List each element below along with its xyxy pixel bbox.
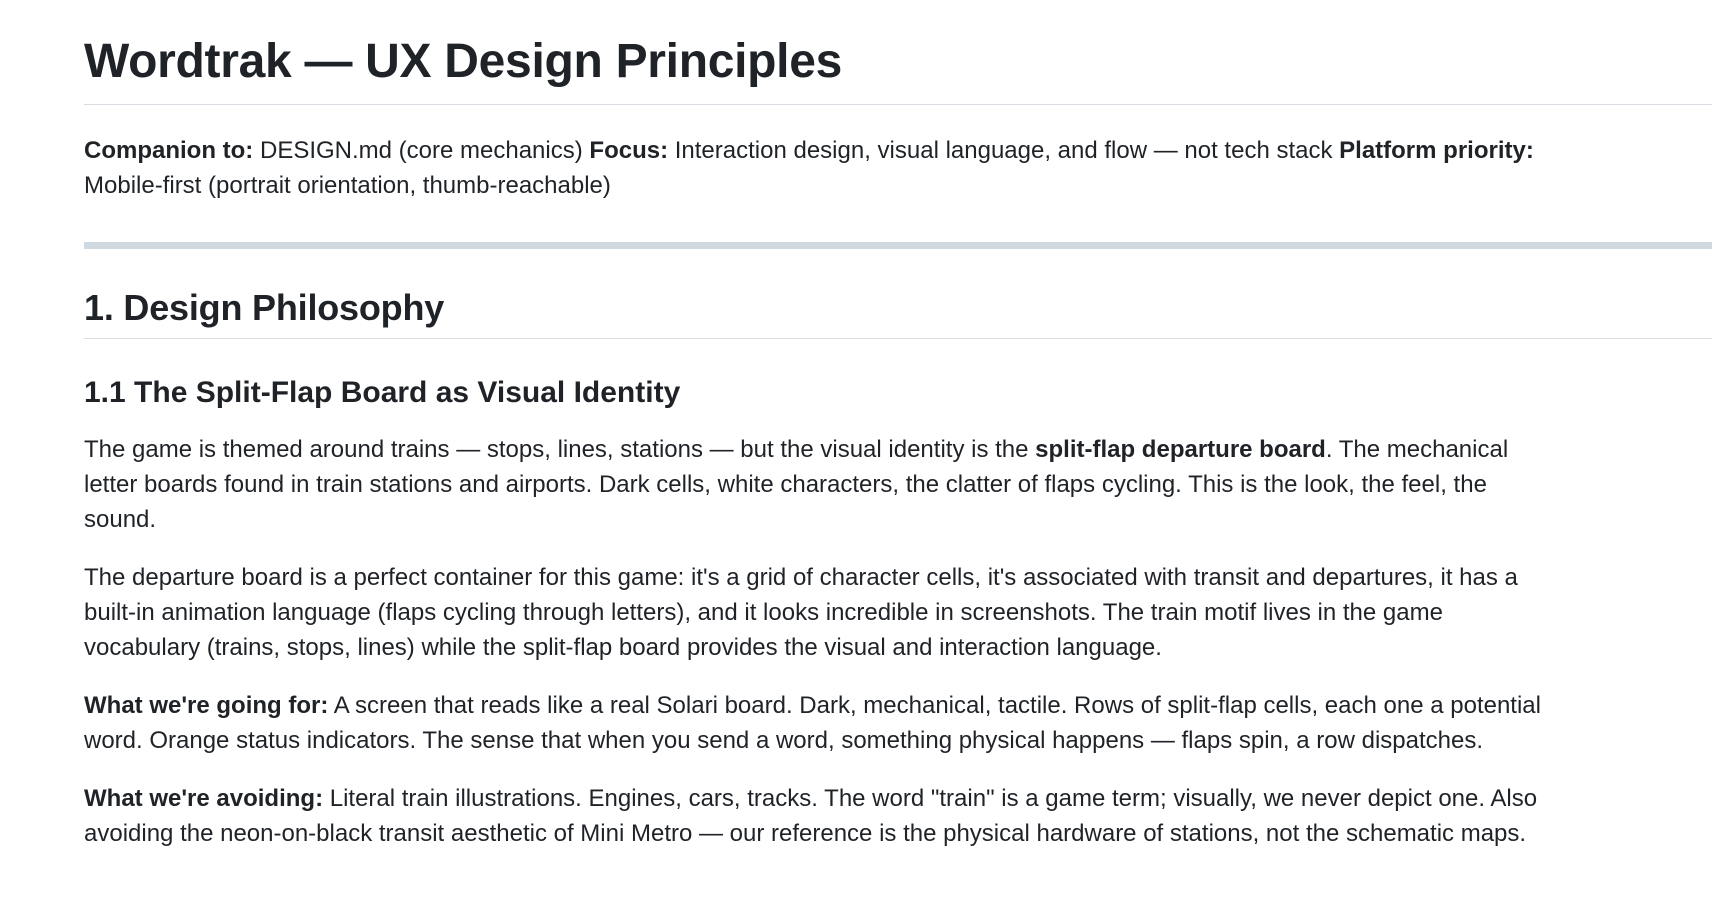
page-title: Wordtrak — UX Design Principles (84, 0, 1712, 105)
focus-label: Focus: (589, 137, 669, 164)
p1-bold: split-flap departure board (1035, 436, 1326, 463)
horizontal-rule (84, 242, 1712, 249)
paragraph-avoiding: What we're avoiding: Literal train illus… (84, 781, 1564, 851)
platform-value: Mobile-first (portrait orientation, thum… (84, 172, 611, 199)
paragraph-container: The departure board is a perfect contain… (84, 564, 1518, 661)
doc-meta: Companion to: DESIGN.md (core mechanics)… (84, 133, 1554, 203)
paragraph-going-for: What we're going for: A screen that read… (84, 688, 1564, 758)
platform-label: Platform priority: (1339, 137, 1534, 164)
document: Wordtrak — UX Design Principles Companio… (84, 0, 1712, 851)
companion-value: DESIGN.md (core mechanics) (253, 137, 590, 164)
going-for-label: What we're going for: (84, 692, 329, 719)
focus-value: Interaction design, visual language, and… (668, 137, 1340, 164)
section-heading: 1. Design Philosophy (84, 283, 1712, 339)
paragraph-identity: The game is themed around trains — stops… (84, 432, 1564, 537)
subsection-heading: 1.1 The Split-Flap Board as Visual Ident… (84, 376, 681, 409)
companion-label: Companion to: (84, 137, 254, 164)
avoiding-label: What we're avoiding: (84, 785, 324, 812)
p1-text-before: The game is themed around trains — stops… (84, 436, 1036, 463)
